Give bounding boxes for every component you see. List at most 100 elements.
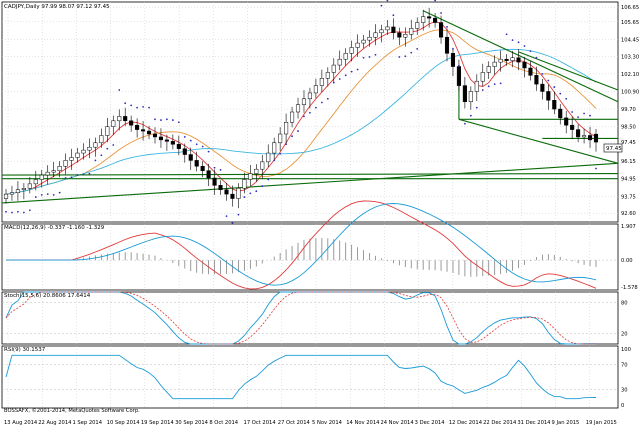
candle-body (444, 36, 450, 54)
copyright-text: BOSSAFX, ©2001-2014, MetaQuotes Software… (4, 407, 140, 414)
time-tick-label: 17 Oct 2014 (244, 420, 277, 426)
time-tick-label: 3 Dec 2014 (415, 420, 446, 426)
psar-dot (338, 78, 341, 80)
time-axis: 13 Aug 2014 22 Aug 2014 1 Sep 2014 10 Sep 2… (4, 420, 617, 426)
candle-body (516, 57, 521, 63)
candle-body (99, 135, 104, 144)
candle-body (343, 53, 348, 60)
psar-dot (297, 130, 299, 132)
psar-dot (303, 115, 305, 118)
psar-dot (154, 118, 156, 121)
candle-body (105, 126, 110, 136)
pane-stoch-frame (1, 291, 619, 345)
psar-dot (356, 68, 359, 71)
candle-body (260, 161, 265, 170)
price-tick-label: 99.70 (621, 107, 636, 113)
psar-dot (213, 166, 216, 169)
psar-dot (446, 26, 448, 28)
psar-dot (505, 33, 508, 36)
candle-body (45, 171, 50, 176)
psar-dot (481, 89, 484, 91)
psar-dot (475, 106, 478, 109)
stoch-axis-label: 80 (621, 300, 628, 306)
psar-dot (469, 114, 472, 117)
psar-dot (237, 213, 240, 216)
candle-body (284, 122, 289, 135)
psar-dot (148, 106, 150, 109)
psar-dot (571, 111, 574, 113)
stoch-main-line (5, 291, 596, 345)
chart-window: 1.907 0.00 -1.578 80 20 100 70 30 0 106.65 105.… (0, 0, 640, 427)
candle-body (81, 149, 86, 154)
rsi-axis-label: 100 (621, 347, 631, 353)
candle-body (301, 98, 307, 105)
price-tick-label: 102.10 (621, 72, 639, 78)
time-tick-label: 30 Sep 2014 (175, 420, 209, 426)
candle-body (540, 83, 545, 92)
psar-dot (541, 72, 544, 75)
psar-dot (124, 102, 127, 105)
candle-body (141, 129, 146, 132)
candlesticks (3, 8, 599, 209)
psar-dot (255, 190, 258, 193)
time-tick-label: 14 Nov 2014 (346, 420, 380, 426)
candle-body (3, 193, 9, 199)
psar-dot (76, 174, 79, 176)
price-tick-label: 104.45 (621, 37, 639, 43)
candle-body (373, 32, 378, 38)
candle-body (15, 189, 20, 193)
psar-dot (22, 211, 25, 214)
price-tick-label: 98.50 (621, 125, 636, 131)
candle-body (135, 124, 140, 130)
candle-body (480, 72, 485, 82)
candle-body (534, 75, 539, 85)
psar-dot (374, 53, 377, 56)
candle-body (9, 192, 15, 195)
psar-dot (219, 169, 222, 171)
candle-body (582, 135, 587, 138)
candle-body (397, 32, 402, 38)
macd-main-line (6, 200, 597, 290)
psar-dot (58, 191, 61, 194)
rsi-axis-label: 30 (621, 387, 628, 393)
psar-dot (249, 192, 252, 195)
time-tick-label: 8 Oct 2014 (209, 420, 238, 426)
psar-dot (112, 144, 115, 146)
candle-body (146, 130, 152, 135)
candle-body (546, 91, 551, 101)
psar-dot (189, 139, 192, 142)
candle-body (152, 133, 158, 138)
price-tick-label: 92.60 (621, 211, 636, 217)
candle-body (504, 58, 509, 61)
psar-dot (487, 85, 490, 88)
time-tick-label: 31 Dec 2014 (517, 420, 551, 426)
macd-axis-label: 1.907 (621, 224, 636, 230)
time-tick-label: 5 Nov 2014 (312, 420, 343, 426)
psar-dot (523, 45, 526, 47)
time-tick-label: 19 Jan 2015 (586, 420, 617, 426)
ma-slow-line (5, 48, 597, 195)
psar-dot (100, 154, 103, 157)
macd-header: MACD(12,26,9) -0.337 -1.160 -1.329 (4, 225, 105, 231)
candle-body (367, 36, 372, 41)
candle-body (331, 64, 336, 73)
psar-dot (70, 176, 73, 179)
candle-body (319, 78, 324, 86)
candle-body (510, 57, 515, 61)
psar-dot (171, 119, 174, 121)
candle-body (415, 22, 420, 29)
psar-dot (34, 196, 37, 198)
psar-dot (28, 209, 31, 212)
candle-body (39, 174, 44, 180)
candle-body (182, 148, 187, 155)
psar-dot (559, 92, 562, 95)
wedge-upper-line (518, 51, 619, 91)
macd-signal-line (6, 203, 597, 286)
candle-body (433, 17, 438, 23)
candle-body (278, 133, 283, 144)
psar-dot (166, 118, 168, 121)
psar-dot (106, 147, 109, 150)
candle-body (379, 29, 384, 34)
stoch-axis-label: 20 (621, 332, 628, 338)
price-tick-label: 106.65 (621, 5, 639, 11)
